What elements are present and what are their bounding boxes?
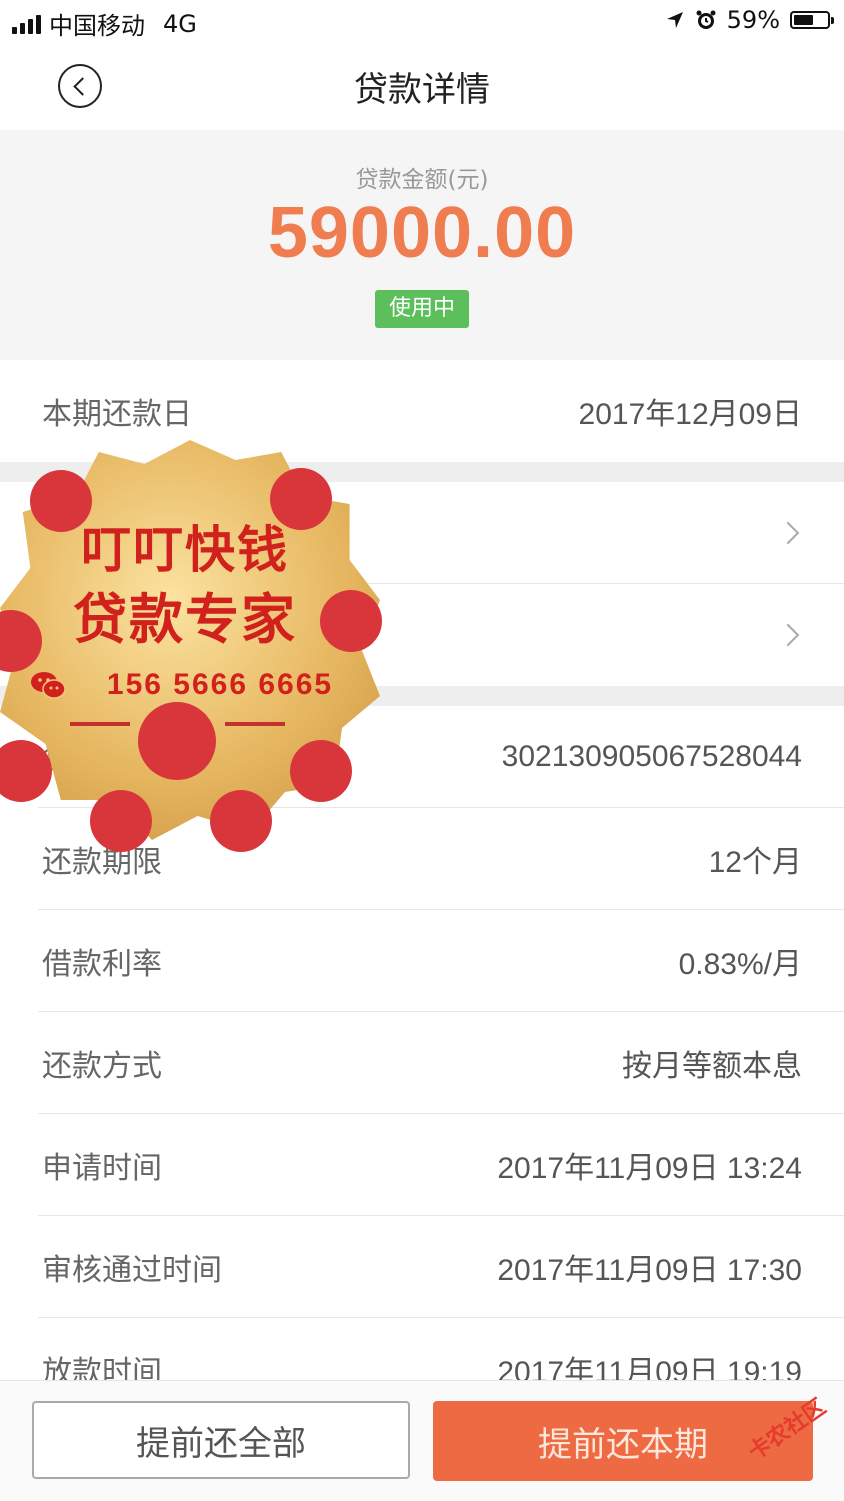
row-apply-time: 申请时间 2017年11月09日 13:24 bbox=[0, 1114, 844, 1216]
battery-percent: 59% bbox=[726, 6, 780, 34]
calendar-icon bbox=[42, 511, 86, 555]
footer-bar: 提前还全部 提前还本期 bbox=[0, 1380, 844, 1501]
loan-no-value: 302130905067528044 bbox=[501, 740, 802, 773]
record-icon bbox=[42, 613, 86, 657]
loan-amount-panel: 贷款金额(元) 59000.00 使用中 bbox=[0, 130, 844, 361]
status-bar: 中国移动 4G 59% bbox=[0, 0, 844, 44]
method-label: 还款方式 bbox=[42, 1049, 162, 1084]
approve-time-value: 2017年11月09日 17:30 bbox=[497, 1254, 802, 1287]
page-title: 贷款详情 bbox=[354, 70, 490, 110]
chevron-right-icon bbox=[776, 623, 800, 647]
row-term: 还款期限 12个月 bbox=[0, 808, 844, 910]
apply-time-value: 2017年11月09日 13:24 bbox=[497, 1152, 802, 1185]
apply-time-label: 申请时间 bbox=[42, 1151, 162, 1186]
chevron-right-icon bbox=[776, 521, 800, 545]
network-type: 4G bbox=[163, 9, 197, 38]
repay-plan-link[interactable]: 还款计划 bbox=[0, 482, 844, 584]
loan-no-label: 贷款编号 bbox=[42, 743, 162, 778]
due-date-label: 本期还款日 bbox=[42, 397, 192, 432]
battery-fill bbox=[794, 15, 813, 25]
due-date-value: 2017年12月09日 bbox=[578, 398, 802, 431]
repay-records-label: 查看还款记录 bbox=[102, 621, 282, 656]
row-due-date: 本期还款日 2017年12月09日 bbox=[0, 360, 844, 462]
nav-bar: 贷款详情 bbox=[0, 44, 844, 130]
rate-value: 0.83%/月 bbox=[678, 948, 802, 981]
status-right: 59% bbox=[665, 6, 834, 34]
method-value: 按月等额本息 bbox=[622, 1050, 802, 1083]
repay-records-link[interactable]: 查看还款记录 bbox=[0, 584, 844, 686]
rate-label: 借款利率 bbox=[42, 947, 162, 982]
row-method: 还款方式 按月等额本息 bbox=[0, 1012, 844, 1114]
status-badge: 使用中 bbox=[375, 290, 469, 328]
repay-records-left: 查看还款记录 bbox=[42, 613, 282, 657]
section-gap bbox=[0, 462, 844, 482]
repay-plan-label: 还款计划 bbox=[102, 519, 222, 554]
repay-all-button[interactable]: 提前还全部 bbox=[32, 1401, 410, 1479]
approve-time-label: 审核通过时间 bbox=[42, 1253, 222, 1288]
loan-amount-label: 贷款金额(元) bbox=[355, 167, 489, 193]
battery-icon bbox=[790, 11, 834, 29]
carrier-name: 中国移动 bbox=[49, 12, 145, 40]
term-value: 12个月 bbox=[708, 846, 802, 879]
row-loan-no: 贷款编号 302130905067528044 bbox=[0, 706, 844, 808]
location-arrow-icon bbox=[666, 12, 683, 28]
row-approve-time: 审核通过时间 2017年11月09日 17:30 bbox=[0, 1216, 844, 1318]
term-label: 还款期限 bbox=[42, 845, 162, 880]
repay-plan-left: 还款计划 bbox=[42, 511, 222, 555]
status-left: 中国移动 4G bbox=[12, 6, 197, 41]
signal-icon bbox=[12, 14, 41, 34]
loan-amount-value: 59000.00 bbox=[267, 193, 577, 273]
section-gap bbox=[0, 686, 844, 706]
row-rate: 借款利率 0.83%/月 bbox=[0, 910, 844, 1012]
alarm-icon bbox=[696, 10, 716, 29]
